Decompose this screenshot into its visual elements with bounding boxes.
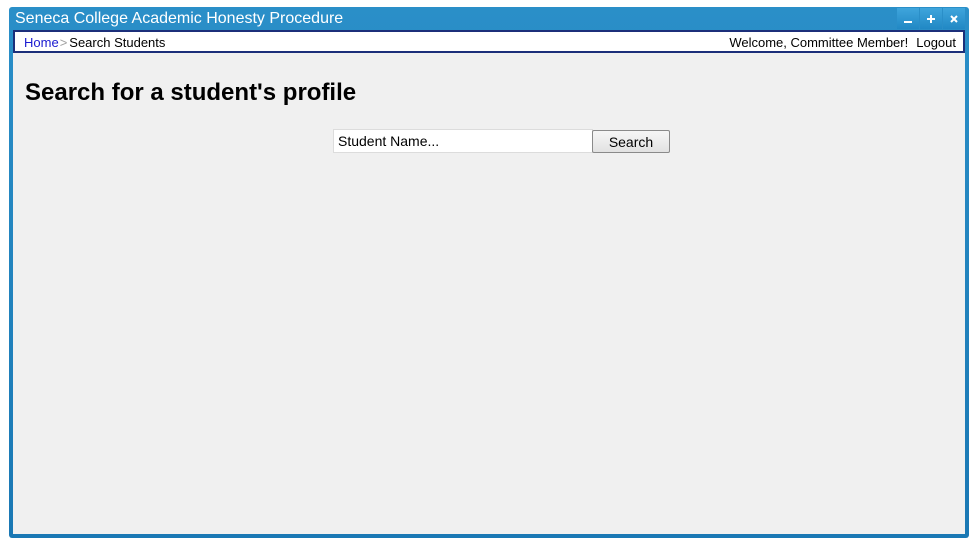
- window-title: Seneca College Academic Honesty Procedur…: [15, 10, 344, 27]
- client-area: Home> Search Students Welcome, Committee …: [13, 30, 965, 534]
- title-bar[interactable]: Seneca College Academic Honesty Procedur…: [9, 7, 969, 30]
- page-title: Search for a student's profile: [25, 79, 357, 106]
- close-button[interactable]: [943, 8, 965, 29]
- minimize-button[interactable]: [897, 8, 919, 29]
- welcome-text: Welcome, Committee Member!: [729, 35, 909, 50]
- close-icon: [950, 14, 958, 23]
- student-name-search-input[interactable]: [333, 129, 593, 153]
- breadcrumb-separator: >: [59, 35, 68, 50]
- search-button[interactable]: Search: [592, 130, 670, 153]
- maximize-button[interactable]: [920, 8, 942, 29]
- window-controls: [897, 8, 965, 29]
- nav-bar: Home> Search Students Welcome, Committee …: [13, 30, 965, 53]
- maximize-icon: [927, 14, 935, 23]
- logout-link[interactable]: Logout: [916, 35, 956, 50]
- breadcrumb: Home> Search Students: [24, 35, 165, 50]
- breadcrumb-home-link[interactable]: Home: [24, 35, 59, 50]
- minimize-icon: [904, 20, 912, 23]
- breadcrumb-current: Search Students: [69, 35, 166, 50]
- app-window: Seneca College Academic Honesty Procedur…: [9, 7, 969, 538]
- user-area: Welcome, Committee Member! Logout: [729, 35, 956, 50]
